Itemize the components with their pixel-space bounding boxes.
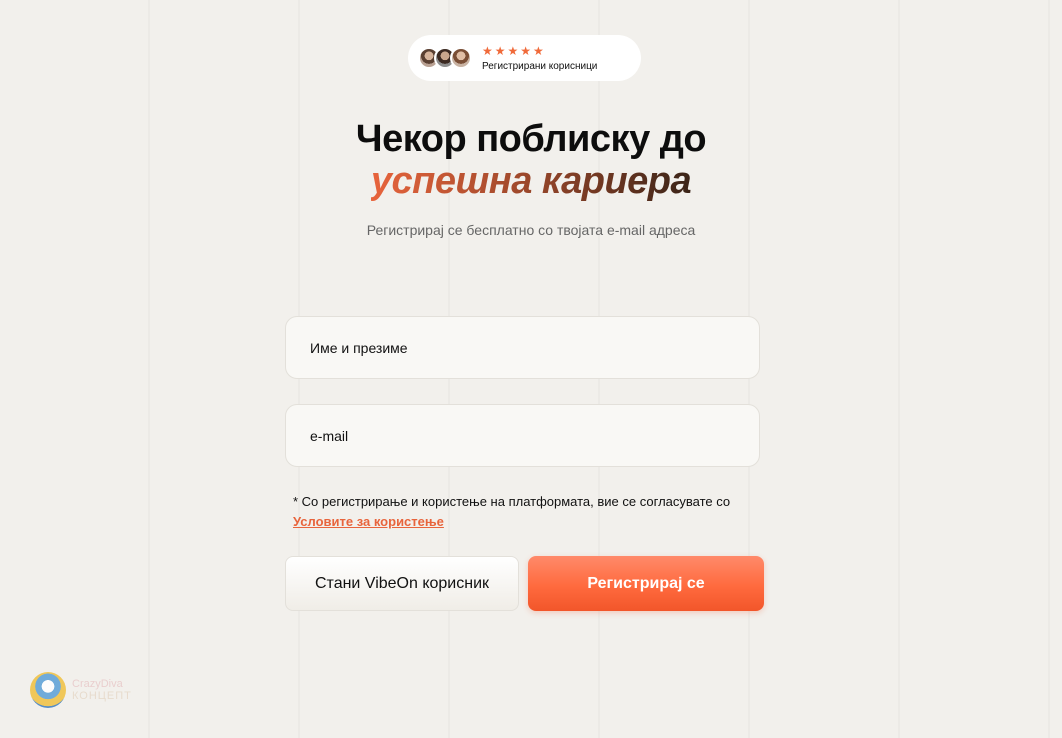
star-rating-icon: ★★★★★ bbox=[482, 43, 546, 58]
page-title: Чекор поблиску до bbox=[355, 118, 707, 160]
email-input[interactable] bbox=[285, 404, 760, 467]
watermark-line2: КОНЦЕПТ bbox=[72, 690, 132, 702]
avatar-group bbox=[418, 47, 472, 69]
full-name-input[interactable] bbox=[285, 316, 760, 379]
watermark-logo-icon bbox=[30, 672, 66, 708]
page-title-accent: успешна кариера bbox=[370, 160, 692, 202]
terms-link[interactable]: Условите за користење bbox=[293, 512, 773, 532]
watermark: CrazyDiva КОНЦЕПТ bbox=[30, 672, 132, 708]
avatar bbox=[450, 47, 472, 69]
register-button[interactable]: Регистрирај се bbox=[528, 556, 764, 611]
registered-users-badge: ★★★★★ Регистрирани корисници bbox=[408, 35, 641, 81]
page-subtitle: Регистрирај се бесплатно со твојата e-ma… bbox=[366, 222, 696, 238]
badge-label: Регистрирани корисници bbox=[482, 60, 598, 72]
terms-text: * Со регистрирање и користење на платфор… bbox=[293, 494, 731, 509]
terms-notice: * Со регистрирање и користење на платфор… bbox=[293, 492, 773, 532]
watermark-line1: CrazyDiva bbox=[72, 678, 123, 690]
become-user-button[interactable]: Стани VibeOn корисник bbox=[285, 556, 519, 611]
